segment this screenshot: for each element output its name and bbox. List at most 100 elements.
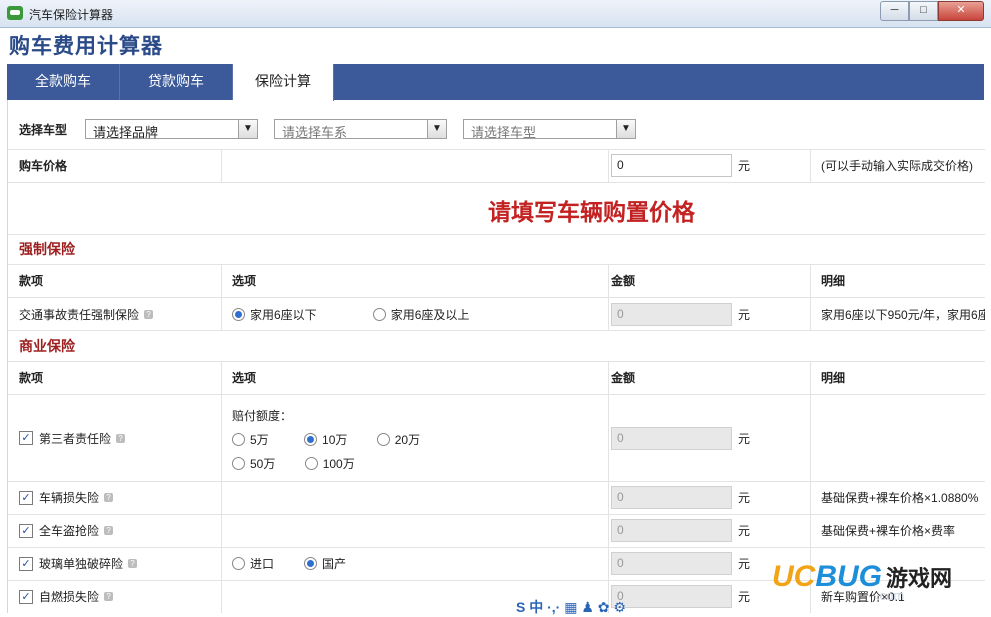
window-controls: ─ □ ✕ <box>880 1 984 21</box>
watermark-url: .com <box>876 588 905 603</box>
tab-insurance[interactable]: 保险计算 <box>233 64 334 101</box>
price-warning: 请填写车辆购置价格 <box>488 199 695 225</box>
radio-selected-icon <box>304 557 318 570</box>
price-amount-cell: 0 元 <box>608 149 810 182</box>
vehicle-loss-unit: 元 <box>738 491 751 505</box>
tab-loan[interactable]: 贷款购车 <box>120 64 233 100</box>
theft-item-cell: ✓ 全车盗抢险 ? <box>19 514 219 547</box>
radio-selected-icon <box>304 433 318 446</box>
vehicle-loss-item-cell: ✓ 车辆损失险 ? <box>19 481 219 514</box>
radio-unselected-icon <box>304 457 318 470</box>
watermark-bug: BUG <box>815 560 883 593</box>
fire-unit: 元 <box>738 590 751 604</box>
radio-label: 20万 <box>394 433 421 447</box>
fire-checkbox[interactable]: ✓ <box>19 589 33 604</box>
help-icon[interactable]: ? <box>128 559 138 568</box>
series-select[interactable]: 请选择车系 ▼ <box>274 119 447 140</box>
coverage-label: 赔付额度： <box>232 409 293 423</box>
series-select-value: 请选择车系 <box>282 125 348 140</box>
help-icon[interactable]: ? <box>116 433 126 443</box>
help-icon[interactable]: ? <box>144 309 154 319</box>
chevron-down-icon: ▼ <box>238 120 257 138</box>
watermark-logo: UCBUG 游戏网 <box>772 560 952 594</box>
header-item: 款项 <box>19 371 44 385</box>
radio-glass-domestic[interactable]: 国产 <box>304 555 346 572</box>
radio-coverage-100w[interactable]: 100万 <box>304 455 355 472</box>
theft-row: ✓ 全车盗抢险 ? 0 元 基础保费+裸车价格×费率 <box>8 514 985 548</box>
radio-label: 100万 <box>322 457 355 471</box>
radio-label: 50万 <box>250 457 276 471</box>
radio-family-under-6[interactable]: 家用6座以下 <box>232 306 317 323</box>
vehicle-loss-checkbox[interactable]: ✓ <box>19 490 33 505</box>
radio-unselected-icon <box>232 557 245 570</box>
help-icon[interactable]: ? <box>104 592 114 601</box>
vehicle-loss-label: 车辆损失险 <box>39 491 100 505</box>
third-party-checkbox[interactable]: ✓ <box>19 431 33 445</box>
third-party-detail <box>810 395 985 481</box>
app-icon <box>7 6 23 20</box>
commercial-header-row: 款项 选项 金额 明细 <box>8 361 985 395</box>
radio-label: 进口 <box>250 557 275 571</box>
price-input[interactable]: 0 <box>611 154 732 177</box>
compulsory-amount-cell: 0 元 <box>608 298 810 330</box>
radio-glass-imported[interactable]: 进口 <box>232 555 274 572</box>
commercial-section-title: 商业保险 <box>19 337 75 354</box>
close-button[interactable]: ✕ <box>938 1 984 21</box>
brand-select[interactable]: 请选择品牌 ▼ <box>85 119 258 140</box>
compulsory-item-cell: 交通事故责任强制保险 ? <box>19 298 219 330</box>
chevron-down-icon: ▼ <box>616 120 635 138</box>
glass-checkbox[interactable]: ✓ <box>19 556 33 571</box>
window-title: 汽车保险计算器 <box>29 8 114 22</box>
model-select[interactable]: 请选择车型 ▼ <box>463 119 636 140</box>
radio-selected-icon <box>232 307 245 321</box>
app-title: 购车费用计算器 <box>9 35 163 58</box>
compulsory-item-label: 交通事故责任强制保险 <box>19 307 140 322</box>
compulsory-section-title: 强制保险 <box>19 241 75 257</box>
help-icon[interactable]: ? <box>104 493 114 502</box>
header-option: 选项 <box>221 264 608 297</box>
header-amount: 金额 <box>608 264 810 297</box>
theft-checkbox[interactable]: ✓ <box>19 523 33 538</box>
radio-coverage-50w[interactable]: 50万 <box>232 455 275 472</box>
theft-label: 全车盗抢险 <box>39 524 100 538</box>
radio-coverage-20w[interactable]: 20万 <box>376 431 421 448</box>
glass-amount-input: 0 <box>611 552 732 575</box>
compulsory-item-row: 交通事故责任强制保险 ? 家用6座以下 家用6座及以上 0 元 家用6座以下95… <box>8 298 985 331</box>
tab-full-payment[interactable]: 全款购车 <box>7 64 120 100</box>
help-icon[interactable]: ? <box>104 526 114 535</box>
radio-unselected-icon <box>232 457 245 470</box>
price-note: (可以手动输入实际成交价格) <box>810 149 985 182</box>
third-party-amount-cell: 0 元 <box>608 395 810 481</box>
compulsory-section-row: 强制保险 <box>8 234 985 265</box>
glass-item-cell: ✓ 玻璃单独破碎险 ? <box>19 547 219 580</box>
car-select-label: 选择车型 <box>19 123 68 137</box>
radio-family-6-plus[interactable]: 家用6座及以上 <box>372 306 469 323</box>
fire-item-cell: ✓ 自燃损失险 ? <box>19 580 219 613</box>
commercial-section-row: 商业保险 <box>8 330 985 362</box>
third-party-item-cell: ✓ 第三者责任险 ? <box>19 395 219 481</box>
ime-toolbar-icons: S 中 ·,· ▦ ♟ ✿ ⚙ <box>516 599 626 615</box>
watermark-uc: UC <box>772 560 816 593</box>
radio-label: 5万 <box>250 433 269 447</box>
glass-options-cell: 进口 国产 <box>221 547 608 580</box>
theft-options-cell <box>221 514 608 547</box>
price-row: 购车价格 0 元 (可以手动输入实际成交价格) <box>8 149 985 183</box>
maximize-button[interactable]: □ <box>909 1 938 21</box>
tab-bar: 全款购车 贷款购车 保险计算 <box>7 64 984 101</box>
compulsory-unit: 元 <box>738 307 751 322</box>
third-party-row: ✓ 第三者责任险 ? 赔付额度： 5万 10万 20万 50万 100万 0 元 <box>8 395 985 482</box>
vehicle-loss-options-cell <box>221 481 608 514</box>
radio-coverage-5w[interactable]: 5万 <box>232 431 269 448</box>
header-item: 款项 <box>19 274 44 288</box>
compulsory-amount-input: 0 <box>611 302 732 326</box>
header-amount: 金额 <box>608 361 810 394</box>
radio-label: 国产 <box>322 557 347 571</box>
radio-unselected-icon <box>372 307 386 321</box>
minimize-button[interactable]: ─ <box>880 1 909 21</box>
price-options-cell <box>221 149 608 182</box>
third-party-unit: 元 <box>738 431 751 446</box>
price-label: 购车价格 <box>19 159 68 173</box>
radio-label: 家用6座以下 <box>250 307 317 322</box>
vehicle-loss-row: ✓ 车辆损失险 ? 0 元 基础保费+裸车价格×1.0880% <box>8 481 985 515</box>
radio-coverage-10w[interactable]: 10万 <box>304 431 347 448</box>
